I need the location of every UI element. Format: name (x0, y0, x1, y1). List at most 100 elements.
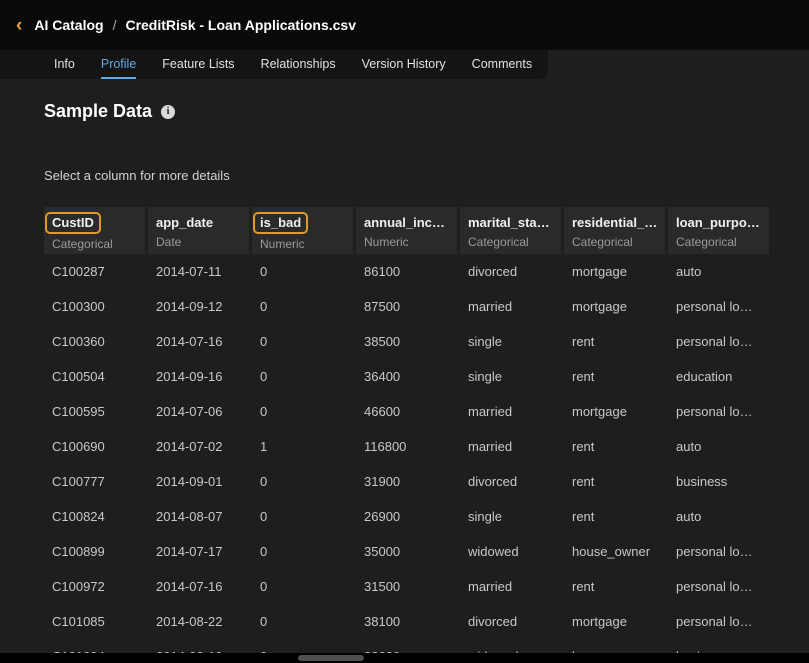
table-cell: C100972 (44, 569, 145, 604)
table-cell: education (668, 359, 769, 394)
table-row: C1003002014-09-12087500marriedmortgagepe… (44, 289, 769, 324)
table-cell: C100690 (44, 429, 145, 464)
table-cell: rent (564, 569, 665, 604)
table-cell: single (460, 499, 561, 534)
tab-bar: Info Profile Feature Lists Relationships… (0, 50, 548, 79)
horizontal-scrollbar-thumb[interactable] (298, 655, 364, 661)
table-cell: single (460, 324, 561, 359)
table-body: C1002872014-07-11086100divorcedmortgagea… (44, 254, 769, 655)
column-name: app_date (156, 215, 213, 231)
table-row: C1009722014-07-16031500marriedrentperson… (44, 569, 769, 604)
table-cell: personal lo… (668, 324, 769, 359)
table-cell: rent (564, 324, 665, 359)
horizontal-scrollbar[interactable] (0, 653, 809, 663)
column-type: Numeric (364, 235, 449, 249)
table-header-row: CustIDCategoricalapp_dateDateis_badNumer… (44, 207, 769, 254)
table-cell: business (668, 464, 769, 499)
tab-profile[interactable]: Profile (101, 50, 136, 79)
page-title: Sample Data (44, 101, 152, 122)
table-cell: 35000 (356, 534, 457, 569)
table-cell: 0 (252, 359, 353, 394)
table-cell: divorced (460, 604, 561, 639)
table-cell: divorced (460, 254, 561, 289)
breadcrumb-current-file: CreditRisk - Loan Applications.csv (125, 17, 356, 33)
table-cell: house_owner (564, 534, 665, 569)
column-name: residential_… (572, 215, 657, 231)
table-cell: auto (668, 429, 769, 464)
table-cell: 2014-09-16 (148, 359, 249, 394)
column-name-highlighted: CustID (45, 212, 101, 234)
table-cell: 36400 (356, 359, 457, 394)
table-cell: 38100 (356, 604, 457, 639)
table-cell: rent (564, 359, 665, 394)
table-row: C1010852014-08-22038100divorcedmortgagep… (44, 604, 769, 639)
table-cell: mortgage (564, 394, 665, 429)
table-cell: C100899 (44, 534, 145, 569)
column-header[interactable]: residential_… Categorical (564, 207, 665, 254)
table-cell: 0 (252, 254, 353, 289)
tab-comments[interactable]: Comments (472, 50, 532, 79)
table-cell: personal lo… (668, 604, 769, 639)
table-cell: 116800 (356, 429, 457, 464)
table-cell: 2014-07-17 (148, 534, 249, 569)
table-cell: 86100 (356, 254, 457, 289)
table-cell: 2014-08-22 (148, 604, 249, 639)
table-cell: C100504 (44, 359, 145, 394)
table-cell: 0 (252, 464, 353, 499)
column-type: Categorical (676, 235, 761, 249)
table-cell: 2014-07-16 (148, 569, 249, 604)
table-cell: 2014-09-12 (148, 289, 249, 324)
table-cell: auto (668, 499, 769, 534)
column-select-hint: Select a column for more details (44, 168, 809, 183)
column-header[interactable]: CustID Categorical (44, 207, 145, 254)
table-cell: personal lo… (668, 534, 769, 569)
table-cell: personal lo… (668, 569, 769, 604)
tab-feature-lists[interactable]: Feature Lists (162, 50, 234, 79)
table-cell: 0 (252, 499, 353, 534)
table-cell: personal lo… (668, 394, 769, 429)
column-header[interactable]: is_badNumeric (252, 207, 353, 254)
column-type: Categorical (468, 235, 553, 249)
info-icon[interactable]: i (161, 105, 175, 119)
tab-info[interactable]: Info (54, 50, 75, 79)
table-cell: C100824 (44, 499, 145, 534)
column-type: Categorical (572, 235, 657, 249)
table-cell: married (460, 394, 561, 429)
table-cell: 0 (252, 289, 353, 324)
table-cell: divorced (460, 464, 561, 499)
table-cell: single (460, 359, 561, 394)
tab-version-history[interactable]: Version History (362, 50, 446, 79)
table-cell: personal lo… (668, 289, 769, 324)
table-cell: 38500 (356, 324, 457, 359)
breadcrumb-root[interactable]: AI Catalog (34, 17, 103, 33)
table-cell: 46600 (356, 394, 457, 429)
column-header[interactable]: marital_sta…Categorical (460, 207, 561, 254)
topbar: ‹ AI Catalog / CreditRisk - Loan Applica… (0, 0, 809, 50)
table-cell: C101085 (44, 604, 145, 639)
column-header[interactable]: loan_purpo… Categorical (668, 207, 769, 254)
column-header[interactable]: app_date Date (148, 207, 249, 254)
table-cell: rent (564, 429, 665, 464)
table-row: C1006902014-07-021116800marriedrentauto (44, 429, 769, 464)
table-row: C1008992014-07-17035000widowedhouse_owne… (44, 534, 769, 569)
table-row: C1007772014-09-01031900divorcedrentbusin… (44, 464, 769, 499)
column-header[interactable]: annual_inc…Numeric (356, 207, 457, 254)
table-cell: 0 (252, 534, 353, 569)
section-header: Sample Data i (44, 101, 809, 122)
table-row: C1005042014-09-16036400singlerenteducati… (44, 359, 769, 394)
tab-relationships[interactable]: Relationships (261, 50, 336, 79)
column-type: Categorical (52, 237, 137, 251)
table-cell: 31900 (356, 464, 457, 499)
table-cell: C100777 (44, 464, 145, 499)
table-cell: 0 (252, 324, 353, 359)
column-name-highlighted: is_bad (253, 212, 308, 234)
column-type: Date (156, 235, 241, 249)
table-cell: 2014-07-06 (148, 394, 249, 429)
column-name: loan_purpo… (676, 215, 760, 231)
table-cell: married (460, 429, 561, 464)
table-cell: 87500 (356, 289, 457, 324)
back-icon[interactable]: ‹ (16, 16, 22, 35)
table-row: C1003602014-07-16038500singlerentpersona… (44, 324, 769, 359)
table-cell: C100595 (44, 394, 145, 429)
table-cell: 0 (252, 569, 353, 604)
